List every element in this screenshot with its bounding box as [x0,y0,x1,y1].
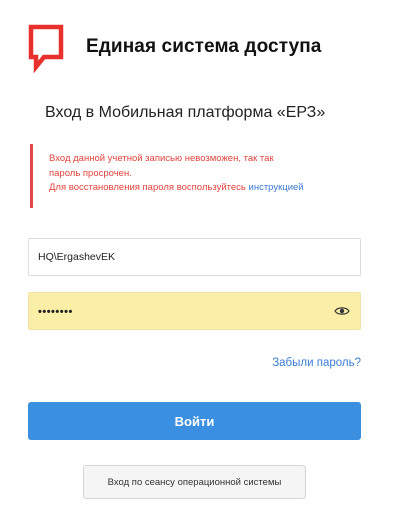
os-session-login-button[interactable]: Вход по сеансу операционной системы [83,465,306,499]
system-title: Единая система доступа [86,36,322,57]
alert-line-3-text: Для восстановления пароля воспользуйтесь [49,182,249,193]
alert-line-3: Для восстановления пароля воспользуйтесь… [49,181,370,196]
alert-line-1: Вход данной учетной записью невозможен, … [49,153,274,164]
login-page: Единая система доступа Вход в Мобильная … [0,0,404,512]
username-value: HQ\ErgashevEK [38,251,116,263]
password-input[interactable]: •••••••• [28,292,361,330]
error-alert: Вход данной учетной записью невозможен, … [30,144,370,208]
eye-icon[interactable] [334,305,350,317]
page-title: Вход в Мобильная платформа «ЕРЗ» [45,104,326,121]
alert-line-2: пароль просрочен. [49,167,132,179]
username-input[interactable]: HQ\ErgashevEK [28,238,361,276]
instructions-link[interactable]: инструкцией [249,182,304,193]
password-value: •••••••• [38,306,73,318]
forgot-password-link[interactable]: Забыли пароль? [272,357,361,369]
login-button[interactable]: Войти [28,402,361,440]
logo-icon [28,24,64,74]
header: Единая система доступа [28,22,394,76]
